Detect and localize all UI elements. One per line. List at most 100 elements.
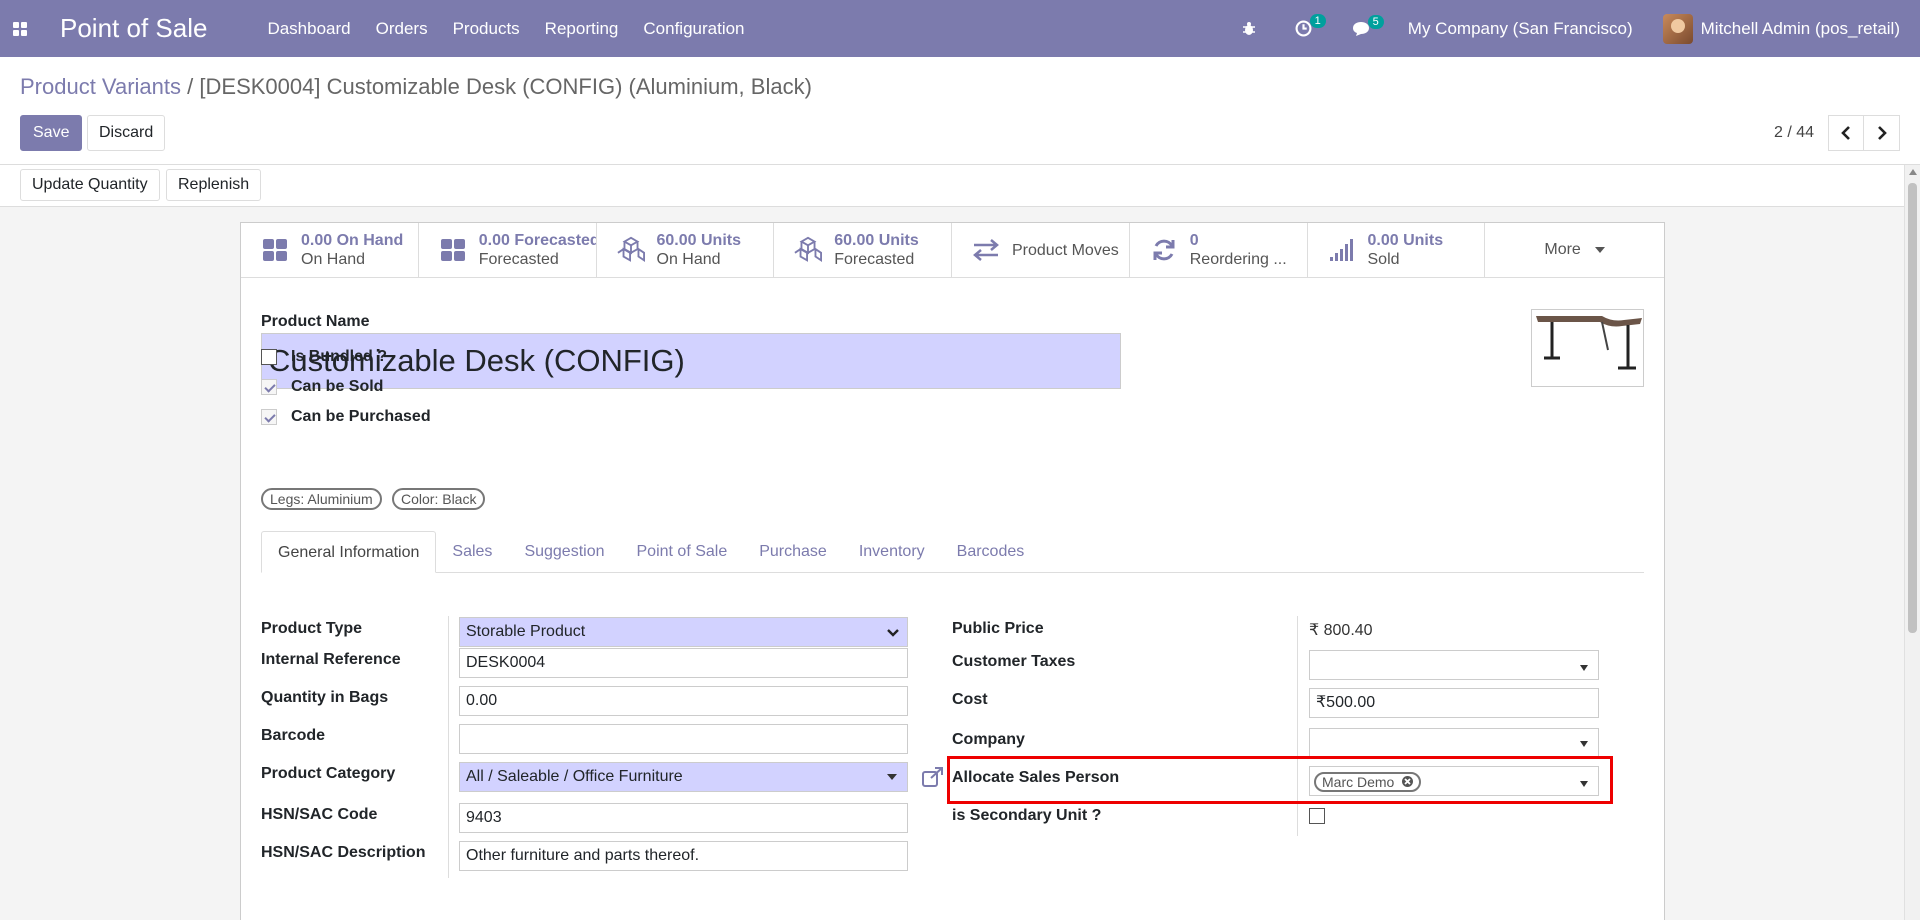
more-dropdown-button[interactable]: More <box>1485 223 1664 277</box>
is-bundled-label: Is Bundled ? <box>291 348 387 365</box>
control-panel: Product Variants / [DESK0004] Customizab… <box>0 57 1920 165</box>
update-quantity-button[interactable]: Update Quantity <box>20 169 160 201</box>
activity-clock-icon[interactable]: 1 <box>1295 14 1326 37</box>
can-be-sold-label: Can be Sold <box>291 378 384 395</box>
caret-down-icon <box>1580 741 1588 747</box>
tab-general-information[interactable]: General Information <box>261 531 437 573</box>
tab-sales[interactable]: Sales <box>436 531 508 573</box>
smart-label: Product Moves <box>1012 241 1119 259</box>
chevron-right-icon <box>1877 126 1887 140</box>
barcode-label: Barcode <box>261 727 326 744</box>
product-name-input[interactable]: Customizable Desk (CONFIG) <box>261 333 1121 389</box>
scroll-up-arrow-icon[interactable] <box>1909 169 1917 175</box>
tab-point-of-sale[interactable]: Point of Sale <box>621 531 744 573</box>
smart-value: 60.00 Units <box>834 232 919 249</box>
pager-previous-button[interactable] <box>1828 115 1864 151</box>
company-input[interactable] <box>1309 728 1599 758</box>
smart-button-forecasted[interactable]: 0.00 Forecasted Forecasted <box>419 223 597 277</box>
messages-chat-icon[interactable]: 5 <box>1352 14 1384 37</box>
page-scrollbar[interactable] <box>1904 165 1920 920</box>
pager-next-button[interactable] <box>1864 115 1900 151</box>
tab-inventory[interactable]: Inventory <box>843 531 941 573</box>
smart-label: On Hand <box>301 251 366 268</box>
save-button[interactable]: Save <box>20 115 83 151</box>
internal-reference-input[interactable]: DESK0004 <box>459 648 908 678</box>
product-type-label: Product Type <box>261 620 363 637</box>
debug-bug-icon[interactable] <box>1241 21 1257 37</box>
smart-button-sold[interactable]: 0.00 Units Sold <box>1308 223 1486 277</box>
quantity-in-bags-input[interactable]: 0.00 <box>459 686 908 716</box>
boxes-icon <box>794 236 823 264</box>
smart-label: Reordering ... <box>1189 251 1287 268</box>
menu-reporting[interactable]: Reporting <box>545 19 619 39</box>
app-brand[interactable]: Point of Sale <box>60 13 207 44</box>
smart-value: 0 <box>1189 232 1199 249</box>
more-label: More <box>1544 241 1581 258</box>
replenish-button[interactable]: Replenish <box>166 169 262 201</box>
product-image[interactable] <box>1531 309 1644 387</box>
smart-label: Forecasted <box>834 251 915 268</box>
can-be-sold-checkbox[interactable] <box>261 379 277 395</box>
menu-products[interactable]: Products <box>453 19 520 39</box>
activity-count-badge: 1 <box>1309 14 1326 28</box>
exchange-arrows-icon <box>972 236 1000 264</box>
tab-suggestion[interactable]: Suggestion <box>508 531 620 573</box>
apps-menu-icon[interactable] <box>0 0 40 57</box>
external-link-icon[interactable] <box>922 767 944 792</box>
product-category-select[interactable]: All / Saleable / Office Furniture <box>459 762 908 792</box>
smart-button-units-forecasted[interactable]: 60.00 Units Forecasted <box>774 223 952 277</box>
attribute-tag: Color: Black <box>392 488 486 510</box>
smart-value: 0.00 Units <box>1367 232 1444 249</box>
breadcrumb: Product Variants / [DESK0004] Customizab… <box>20 74 812 100</box>
caret-down-icon <box>1594 247 1605 253</box>
pager-value[interactable]: 2 / 44 <box>1774 124 1814 142</box>
company-label: Company <box>952 731 1025 748</box>
can-be-purchased-row: Can be Purchased <box>261 408 431 426</box>
internal-reference-label: Internal Reference <box>261 651 401 668</box>
user-name: Mitchell Admin (pos_retail) <box>1700 18 1900 38</box>
customer-taxes-label: Customer Taxes <box>952 653 1076 670</box>
highlight-box <box>947 756 1613 804</box>
tab-purchase[interactable]: Purchase <box>743 531 843 573</box>
can-be-purchased-label: Can be Purchased <box>291 408 431 425</box>
smart-button-on-hand[interactable]: 0.00 On Hand On Hand <box>241 223 419 277</box>
hsn-description-input[interactable]: Other furniture and parts thereof. <box>459 841 908 871</box>
chevron-left-icon <box>1841 126 1850 140</box>
chevron-down-icon <box>887 629 899 637</box>
cost-input[interactable]: ₹500.00 <box>1309 688 1599 718</box>
company-switcher[interactable]: My Company (San Francisco) <box>1408 19 1633 39</box>
secondary-unit-label: is Secondary Unit ? <box>952 807 1102 824</box>
attribute-tag: Legs: Aluminium <box>261 488 382 510</box>
menu-configuration[interactable]: Configuration <box>643 19 744 39</box>
smart-value: 0.00 On Hand <box>301 232 404 249</box>
quantity-in-bags-label: Quantity in Bags <box>261 689 389 706</box>
cost-label: Cost <box>952 691 988 708</box>
cubes-icon <box>261 236 289 264</box>
breadcrumb-current: [DESK0004] Customizable Desk (CONFIG) (A… <box>199 74 812 99</box>
menu-dashboard[interactable]: Dashboard <box>267 19 350 39</box>
smart-buttons-row: 0.00 On Hand On Hand 0.00 Forecasted Forec… <box>241 223 1664 278</box>
smart-button-units-on-hand[interactable]: 60.00 Units On Hand <box>597 223 775 277</box>
discard-button[interactable]: Discard <box>87 115 166 151</box>
is-bundled-row: Is Bundled ? <box>261 348 387 366</box>
customer-taxes-input[interactable] <box>1309 650 1599 680</box>
product-type-select[interactable]: Storable Product <box>459 617 908 647</box>
cubes-icon <box>439 236 467 264</box>
top-navbar: Point of Sale Dashboard Orders Products … <box>0 0 1920 57</box>
user-menu[interactable]: Mitchell Admin (pos_retail) <box>1662 13 1900 44</box>
can-be-purchased-checkbox[interactable] <box>261 409 277 425</box>
barcode-input[interactable] <box>459 724 908 754</box>
smart-button-reordering[interactable]: 0 Reordering ... <box>1130 223 1308 277</box>
public-price-value: ₹ 800.40 <box>1309 622 1373 639</box>
tab-barcodes[interactable]: Barcodes <box>941 531 1041 573</box>
hsn-code-input[interactable]: 9403 <box>459 803 908 833</box>
is-bundled-checkbox[interactable] <box>261 349 277 365</box>
menu-orders[interactable]: Orders <box>376 19 428 39</box>
can-be-sold-row: Can be Sold <box>261 378 383 396</box>
smart-button-product-moves[interactable]: Product Moves <box>952 223 1130 277</box>
secondary-unit-checkbox[interactable] <box>1309 808 1325 824</box>
scroll-thumb[interactable] <box>1908 183 1917 633</box>
public-price-label: Public Price <box>952 620 1044 637</box>
breadcrumb-parent-link[interactable]: Product Variants <box>20 74 181 99</box>
main-menu: Dashboard Orders Products Reporting Conf… <box>267 19 744 39</box>
